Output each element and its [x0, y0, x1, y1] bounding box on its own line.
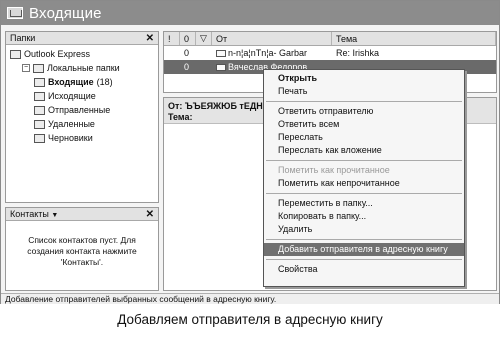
context-menu-item[interactable]: Открыть: [264, 72, 464, 85]
context-menu-item[interactable]: Свойства: [264, 263, 464, 276]
folder-icon: [34, 119, 45, 129]
folders-pane-title: Папки: [10, 33, 36, 43]
folder-label: Исходящие: [48, 91, 96, 101]
close-icon[interactable]: ✕: [146, 33, 154, 44]
menu-separator: [266, 101, 462, 102]
column-priority[interactable]: !: [164, 32, 180, 45]
column-from[interactable]: От: [212, 32, 332, 45]
preview-from-label: От:: [168, 101, 183, 111]
from-cell: n-n¦a¦nTn¦a- Garbar: [212, 48, 332, 58]
context-menu-item[interactable]: Переслать как вложение: [264, 144, 464, 157]
context-menu-item[interactable]: Переместить в папку...: [264, 197, 464, 210]
envelope-icon: [216, 50, 226, 58]
context-menu-item[interactable]: Ответить отправителю: [264, 105, 464, 118]
folder-icon: [34, 77, 45, 87]
window-title: Входящие: [29, 4, 102, 22]
menu-separator: [266, 160, 462, 161]
column-attachment[interactable]: 0: [180, 32, 196, 45]
contacts-pane-header: Контакты ▼ ✕: [6, 208, 158, 221]
collapse-icon[interactable]: −: [22, 64, 30, 72]
context-menu-item: Пометить как прочитанное: [278, 165, 390, 175]
folder-item[interactable]: Черновики: [6, 131, 158, 145]
folder-tree: Outlook Express − Локальные папки Входящие(…: [6, 45, 158, 145]
contacts-pane: Контакты ▼ ✕ Список контактов пуст. Для …: [5, 207, 159, 291]
menu-separator: [266, 193, 462, 194]
contacts-pane-title: Контакты: [10, 209, 49, 219]
folder-label: Outlook Express: [24, 49, 91, 59]
column-flag[interactable]: ▽: [196, 32, 212, 45]
folder-icon: [10, 49, 21, 59]
attachment-cell: 0: [184, 62, 190, 72]
folder-item[interactable]: Отправленные: [6, 103, 158, 117]
folder-item[interactable]: − Локальные папки: [6, 61, 158, 75]
attachment-cell: 0: [184, 48, 190, 58]
folder-label: Локальные папки: [47, 63, 120, 73]
context-menu: Открыть Печать Ответить отправителю Ответит…: [263, 69, 465, 287]
message-row[interactable]: 0 n-n¦a¦nTn¦a- Garbar Re: Irishka: [164, 46, 496, 60]
context-menu-item[interactable]: Пометить как непрочитанное: [264, 177, 464, 190]
contacts-empty-message: Список контактов пуст. Для создания конт…: [27, 235, 137, 267]
folder-icon: [33, 63, 44, 73]
folder-icon: [34, 133, 45, 143]
context-menu-item[interactable]: Удалить: [264, 223, 464, 236]
close-icon[interactable]: ✕: [146, 209, 154, 220]
context-menu-item[interactable]: Печать: [264, 85, 464, 98]
folder-icon: [34, 91, 45, 101]
context-menu-item[interactable]: Ответить всем: [264, 118, 464, 131]
folder-item[interactable]: Удаленные: [6, 117, 158, 131]
inbox-icon: [7, 7, 23, 19]
menu-separator: [266, 259, 462, 260]
column-subject[interactable]: Тема: [332, 32, 496, 45]
context-menu-item[interactable]: Добавить отправителя в адресную книгу: [264, 243, 464, 256]
folders-pane: Папки ✕ Outlook Express − Локальные папки В…: [5, 31, 159, 203]
subject-cell: Re: Irishka: [336, 48, 380, 58]
folders-pane-header: Папки ✕: [6, 32, 158, 45]
folder-label: Отправленные: [48, 105, 111, 115]
chevron-down-icon: ▼: [51, 212, 59, 219]
folder-item[interactable]: Входящие (18): [6, 75, 158, 89]
folder-icon: [34, 105, 45, 115]
contacts-dropdown[interactable]: Контакты ▼: [10, 209, 58, 219]
folder-label: Удаленные: [48, 119, 95, 129]
preview-subject-label: Тема:: [168, 112, 193, 122]
folder-label: Черновики: [48, 133, 93, 143]
folder-item[interactable]: Outlook Express: [6, 47, 158, 61]
from-text: n-n¦a¦nTn¦a- Garbar: [228, 48, 308, 58]
menu-separator: [266, 239, 462, 240]
status-bar: Добавление отправителей выбранных сообще…: [1, 293, 499, 304]
envelope-icon: [216, 64, 226, 72]
outlook-express-window: Входящие Папки ✕ Outlook Express − Локальн…: [0, 0, 500, 304]
title-bar: Входящие: [1, 1, 499, 25]
folder-item[interactable]: Исходящие: [6, 89, 158, 103]
message-list-header: ! 0 ▽ От Тема: [164, 32, 496, 46]
context-menu-item[interactable]: Переслать: [264, 131, 464, 144]
context-menu-item[interactable]: Копировать в папку...: [264, 210, 464, 223]
folder-label: Входящие: [48, 77, 94, 87]
figure-caption: Добавляем отправителя в адресную книгу: [117, 312, 383, 327]
unread-count: (18): [96, 77, 113, 87]
